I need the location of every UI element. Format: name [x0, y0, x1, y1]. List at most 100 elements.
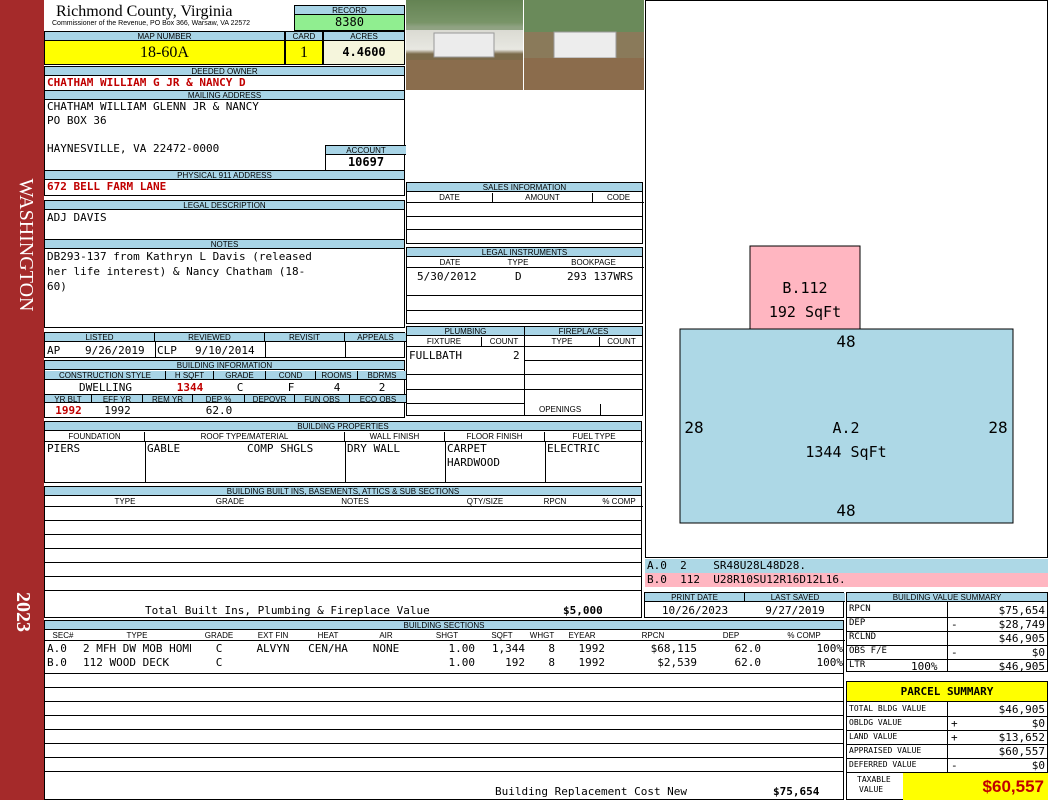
instruments-label: LEGAL INSTRUMENTS [407, 248, 642, 257]
divider [407, 295, 642, 296]
section-cell: 2 MFH DW MOB HOME [83, 642, 191, 655]
obldg-sign: + [951, 717, 958, 730]
replacement-value: $75,654 [773, 785, 820, 798]
divider [45, 743, 843, 744]
section-cell: $2,539 [657, 656, 697, 669]
sketch-b-label: B.112 [782, 279, 827, 297]
divider [525, 374, 642, 375]
map-label: MAP NUMBER [45, 32, 284, 41]
divider [45, 771, 843, 772]
obs-label: OBS F/E [849, 646, 887, 656]
record-box: RECORD 8380 [294, 5, 405, 31]
reviewed-by: CLP [157, 344, 177, 357]
section-cell: 1992 [578, 642, 606, 655]
dep-sign: - [951, 618, 958, 631]
section-col-hdr: SEC# [45, 631, 81, 641]
property-photo-2[interactable] [524, 0, 644, 90]
section-col-hdr: GRADE [193, 631, 245, 641]
side-bar: WASHINGTON 2023 [0, 0, 44, 800]
address-section: PHYSICAL 911 ADDRESS 672 BELL FARM LANE [44, 171, 405, 196]
map-number: 18-60A [45, 41, 284, 64]
section-col-hdr: SQFT [477, 631, 527, 641]
section-cell: 100% [816, 642, 844, 655]
foundation-hdr: FOUNDATION [45, 432, 145, 442]
divider [947, 602, 948, 672]
section-cell: 100% [816, 656, 844, 669]
divider [45, 590, 641, 591]
hdr-bdrms: BDRMS [358, 371, 406, 380]
fireplaces-label: FIREPLACES [525, 327, 642, 336]
divider [345, 441, 346, 483]
floor-value-2: HARDWOOD [447, 456, 500, 469]
rpcn-value: $75,654 [998, 604, 1045, 617]
dep-label: DEP [849, 618, 866, 628]
account-label: ACCOUNT [326, 146, 406, 155]
cond-value: F [287, 381, 295, 394]
section-col-hdr: TYPE [81, 631, 193, 641]
divider [45, 562, 641, 563]
builtins-total-label: Total Built Ins, Plumbing & Fireplace Va… [145, 604, 430, 617]
obldg-value: $0 [1031, 717, 1045, 730]
divider [600, 404, 601, 416]
divider [45, 576, 641, 577]
floor-value-1: CARPET [447, 442, 487, 455]
divider [45, 757, 843, 758]
account-box: ACCOUNT 10697 [325, 145, 406, 170]
land-value: $13,652 [998, 731, 1045, 744]
bi-notes-hdr: NOTES [255, 497, 455, 507]
account-value: 10697 [347, 155, 385, 169]
sketch-code-b: B.0 112 U28R10SU12R16D12L16. [645, 573, 1048, 587]
taxable-label-2: VALUE [859, 785, 884, 794]
deferred-label: DEFERRED VALUE [849, 760, 917, 769]
ltr-value: $46,905 [998, 660, 1045, 673]
acres-box: ACRES 4.4600 [323, 31, 405, 65]
inst-type: D [515, 270, 522, 283]
print-date: 10/26/2023 [661, 604, 729, 617]
hdr-depovr: DEPOVR [245, 394, 295, 403]
sales-label: SALES INFORMATION [407, 183, 642, 192]
year-built: 1992 [55, 404, 82, 417]
hdr-hsqft: H SQFT [166, 371, 214, 380]
hdr-funobs: FUN OBS [295, 394, 350, 403]
fixture-value: FULLBATH [409, 349, 462, 362]
photo-house-icon-2 [524, 0, 644, 90]
section-col-hdr: WHGT [527, 631, 557, 641]
mail-line-2: PO BOX 36 [47, 114, 107, 127]
land-value-sign: + [951, 731, 958, 744]
hdr-remyr: REM YR [143, 394, 193, 403]
property-photo-1[interactable] [406, 0, 523, 90]
section-cell: $68,115 [650, 642, 697, 655]
sketch-b-area: 192 SqFt [769, 303, 841, 321]
ltr-pct: 100% [911, 660, 938, 673]
properties-label: BUILDING PROPERTIES [45, 422, 641, 431]
mailing-label: MAILING ADDRESS [45, 91, 404, 100]
revisit-header: REVISIT [265, 333, 345, 342]
sketch-top-dim: 48 [836, 332, 855, 351]
divider [525, 360, 642, 361]
listed-header: LISTED [45, 333, 155, 342]
hdr-construction: CONSTRUCTION STYLE [45, 371, 166, 380]
notes-line-2: her life interest) & Nancy Chatham (18- [47, 265, 306, 278]
sketch-code-a: A.0 2 SR48U28L48D28. [645, 559, 1048, 573]
section-col-hdr: EYEAR [557, 631, 607, 641]
section-cell: 1.00 [448, 642, 476, 655]
print-date-hdr: PRINT DATE [645, 593, 745, 602]
obs-sign: - [951, 646, 958, 659]
divider [407, 374, 524, 375]
sales-code-hdr: CODE [593, 193, 644, 203]
divider [45, 715, 843, 716]
dep-pct: 62.0 [205, 404, 233, 417]
hdr-ecoobs: ECO OBS [350, 394, 406, 403]
notes-line-1: DB293-137 from Kathryn L Davis (released [47, 250, 312, 263]
divider [525, 389, 642, 390]
section-cell: A.0 [47, 642, 67, 655]
section-cell: 1.00 [448, 656, 476, 669]
roof-hdr: ROOF TYPE/MATERIAL [145, 432, 345, 442]
sketch-right-dim: 28 [988, 418, 1007, 437]
parcel-summary: PARCEL SUMMARY TOTAL BLDG VALUE $46,905 … [846, 681, 1048, 800]
bi-comp-hdr: % COMP [595, 497, 643, 507]
heated-sqft: 1344 [176, 381, 204, 394]
divider [847, 716, 1047, 717]
openings-label: OPENINGS [539, 405, 582, 414]
builtins-total-value: $5,000 [563, 604, 603, 617]
